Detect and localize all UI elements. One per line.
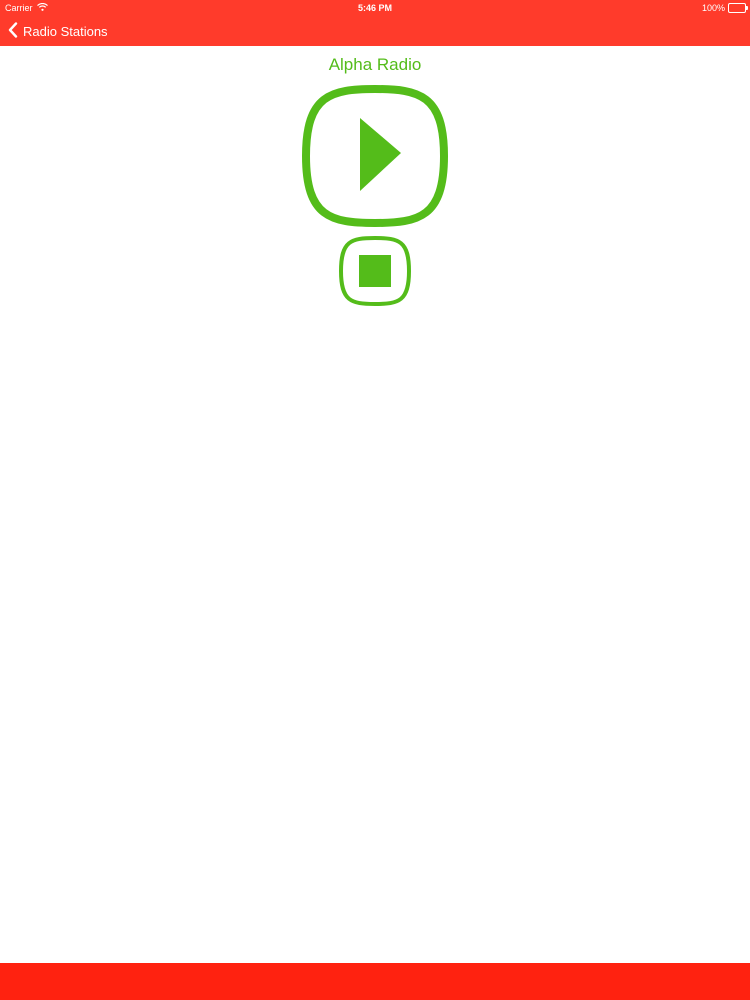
bottom-bar xyxy=(0,963,750,1000)
stop-icon xyxy=(338,235,412,307)
back-button[interactable]: Radio Stations xyxy=(8,22,108,41)
chevron-left-icon xyxy=(8,22,18,41)
station-name: Alpha Radio xyxy=(328,55,422,74)
play-icon xyxy=(301,84,449,228)
top-bar: Carrier 5:46 PM 100% Radio Stations xyxy=(0,0,750,46)
battery-icon xyxy=(728,3,748,13)
back-label: Radio Stations xyxy=(23,24,108,39)
status-bar: Carrier 5:46 PM 100% xyxy=(0,0,750,15)
play-button[interactable] xyxy=(301,84,449,228)
battery-percent: 100% xyxy=(701,3,725,13)
navigation-bar: Radio Stations xyxy=(0,15,750,46)
stop-button[interactable] xyxy=(338,235,412,307)
battery-group: 100% xyxy=(701,3,748,13)
status-time: 5:46 PM xyxy=(357,3,392,13)
